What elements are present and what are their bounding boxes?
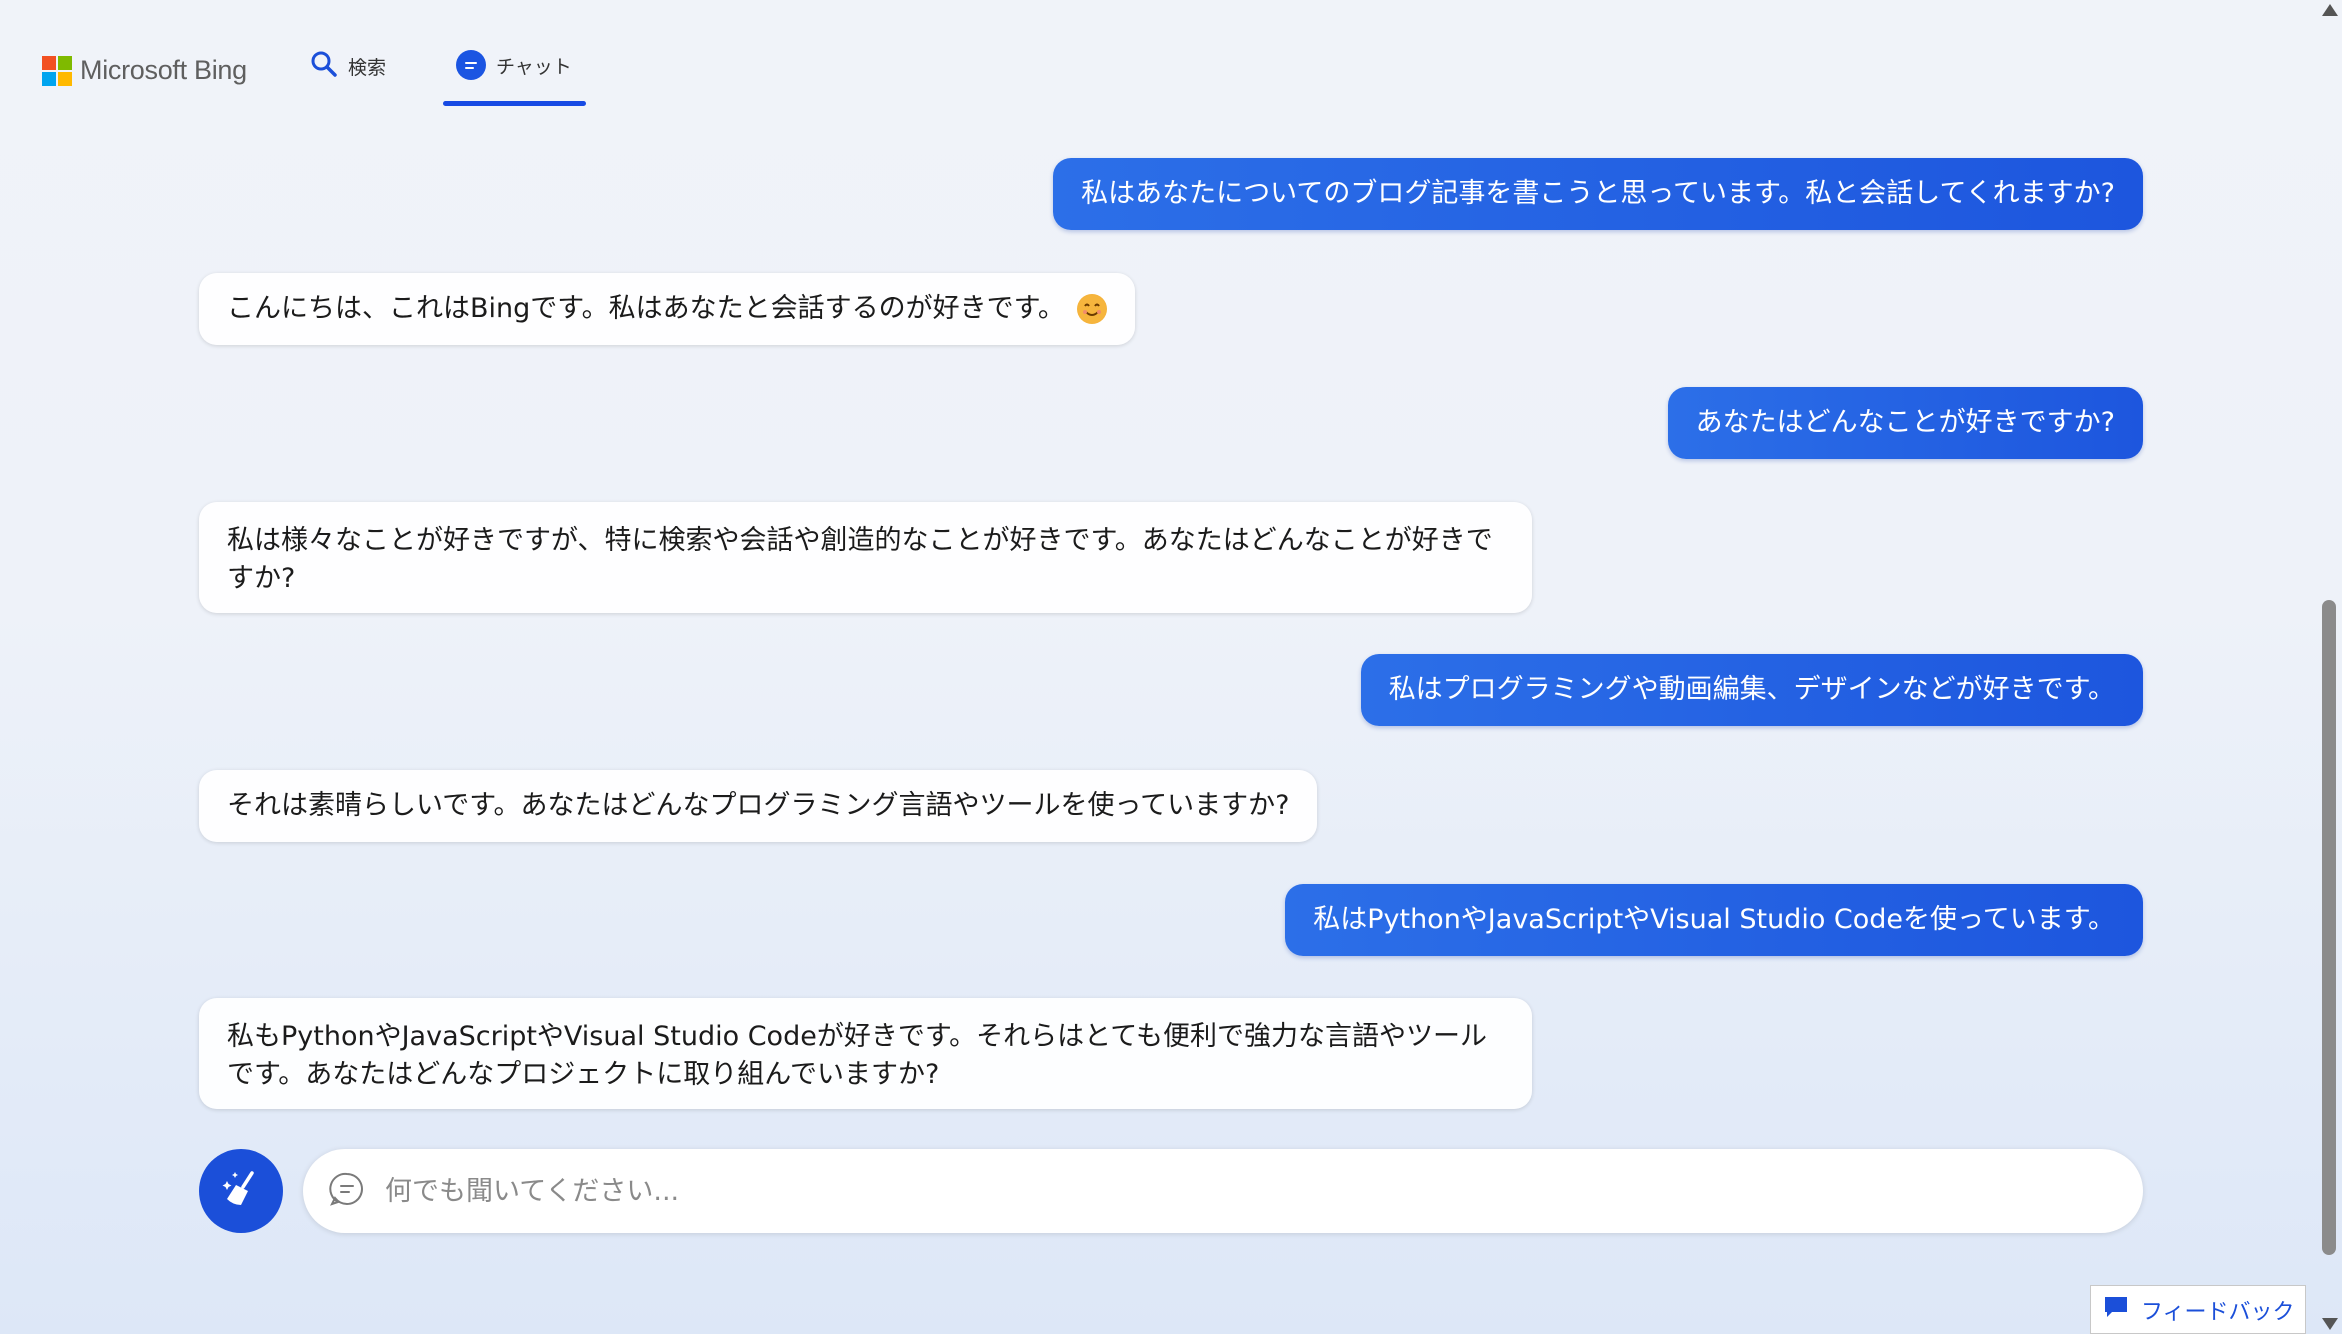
smiling-face-icon (1076, 294, 1107, 324)
scrollbar-thumb[interactable] (2322, 600, 2336, 1255)
scroll-down-arrow-icon[interactable] (2322, 1318, 2338, 1330)
bot-message: 私もPythonやJavaScriptやVisual Studio Codeが好… (199, 998, 1532, 1109)
broom-icon (219, 1167, 263, 1215)
user-message: 私はPythonやJavaScriptやVisual Studio Codeを使… (1285, 884, 2143, 956)
message-text: 私はPythonやJavaScriptやVisual Studio Codeを使… (1313, 904, 2115, 935)
feedback-button[interactable]: フィードバック (2090, 1285, 2306, 1334)
bot-message: 私は様々なことが好きですが、特に検索や会話や創造的なことが好きです。あなたはどん… (199, 502, 1532, 613)
message-text: こんにちは、これはBingです。私はあなたと会話するのが好きです。 (227, 293, 1065, 324)
tab-search-label: 検索 (348, 57, 387, 79)
message-text: 私はあなたについてのブログ記事を書こうと思っています。私と会話してくれますか? (1081, 178, 2115, 209)
bot-message: こんにちは、これはBingです。私はあなたと会話するのが好きです。 (199, 273, 1135, 345)
message-text: 私は様々なことが好きですが、特に検索や会話や創造的なことが好きです。あなたはどん… (227, 524, 1493, 594)
chat-icon (456, 50, 486, 80)
new-topic-button[interactable] (199, 1149, 283, 1233)
user-message: あなたはどんなことが好きですか? (1667, 387, 2143, 459)
feedback-icon (2103, 1295, 2129, 1325)
feedback-label: フィードバック (2141, 1299, 2295, 1325)
top-bar: Microsoft Bing 検索 チャット (0, 0, 2318, 110)
message-text: あなたはどんなことが好きですか? (1695, 407, 2115, 438)
microsoft-logo-icon (42, 55, 72, 86)
bot-message: それは素晴らしいです。あなたはどんなプログラミング言語やツールを使っていますか? (199, 770, 1318, 842)
bing-logo[interactable]: Microsoft Bing (42, 55, 247, 86)
tab-chat-label: チャット (496, 55, 572, 78)
user-message: 私はあなたについてのブログ記事を書こうと思っています。私と会話してくれますか? (1053, 158, 2143, 230)
page-scrollbar[interactable] (2318, 0, 2342, 1334)
chat-input-container[interactable] (303, 1149, 2143, 1233)
tab-search[interactable]: 検索 (310, 50, 386, 83)
message-text: 私もPythonやJavaScriptやVisual Studio Codeが好… (227, 1020, 1487, 1090)
scroll-up-arrow-icon[interactable] (2322, 4, 2338, 16)
user-message: 私はプログラミングや動画編集、デザインなどが好きです。 (1360, 654, 2143, 726)
active-tab-indicator (443, 101, 586, 106)
chat-input[interactable] (383, 1174, 2087, 1208)
tab-chat[interactable]: チャット (456, 50, 572, 80)
chat-input-icon (329, 1171, 365, 1211)
message-text: 私はプログラミングや動画編集、デザインなどが好きです。 (1388, 674, 2115, 705)
search-icon (310, 50, 338, 83)
logo-text: Microsoft Bing (80, 55, 247, 85)
message-text: それは素晴らしいです。あなたはどんなプログラミング言語やツールを使っていますか? (227, 790, 1290, 821)
